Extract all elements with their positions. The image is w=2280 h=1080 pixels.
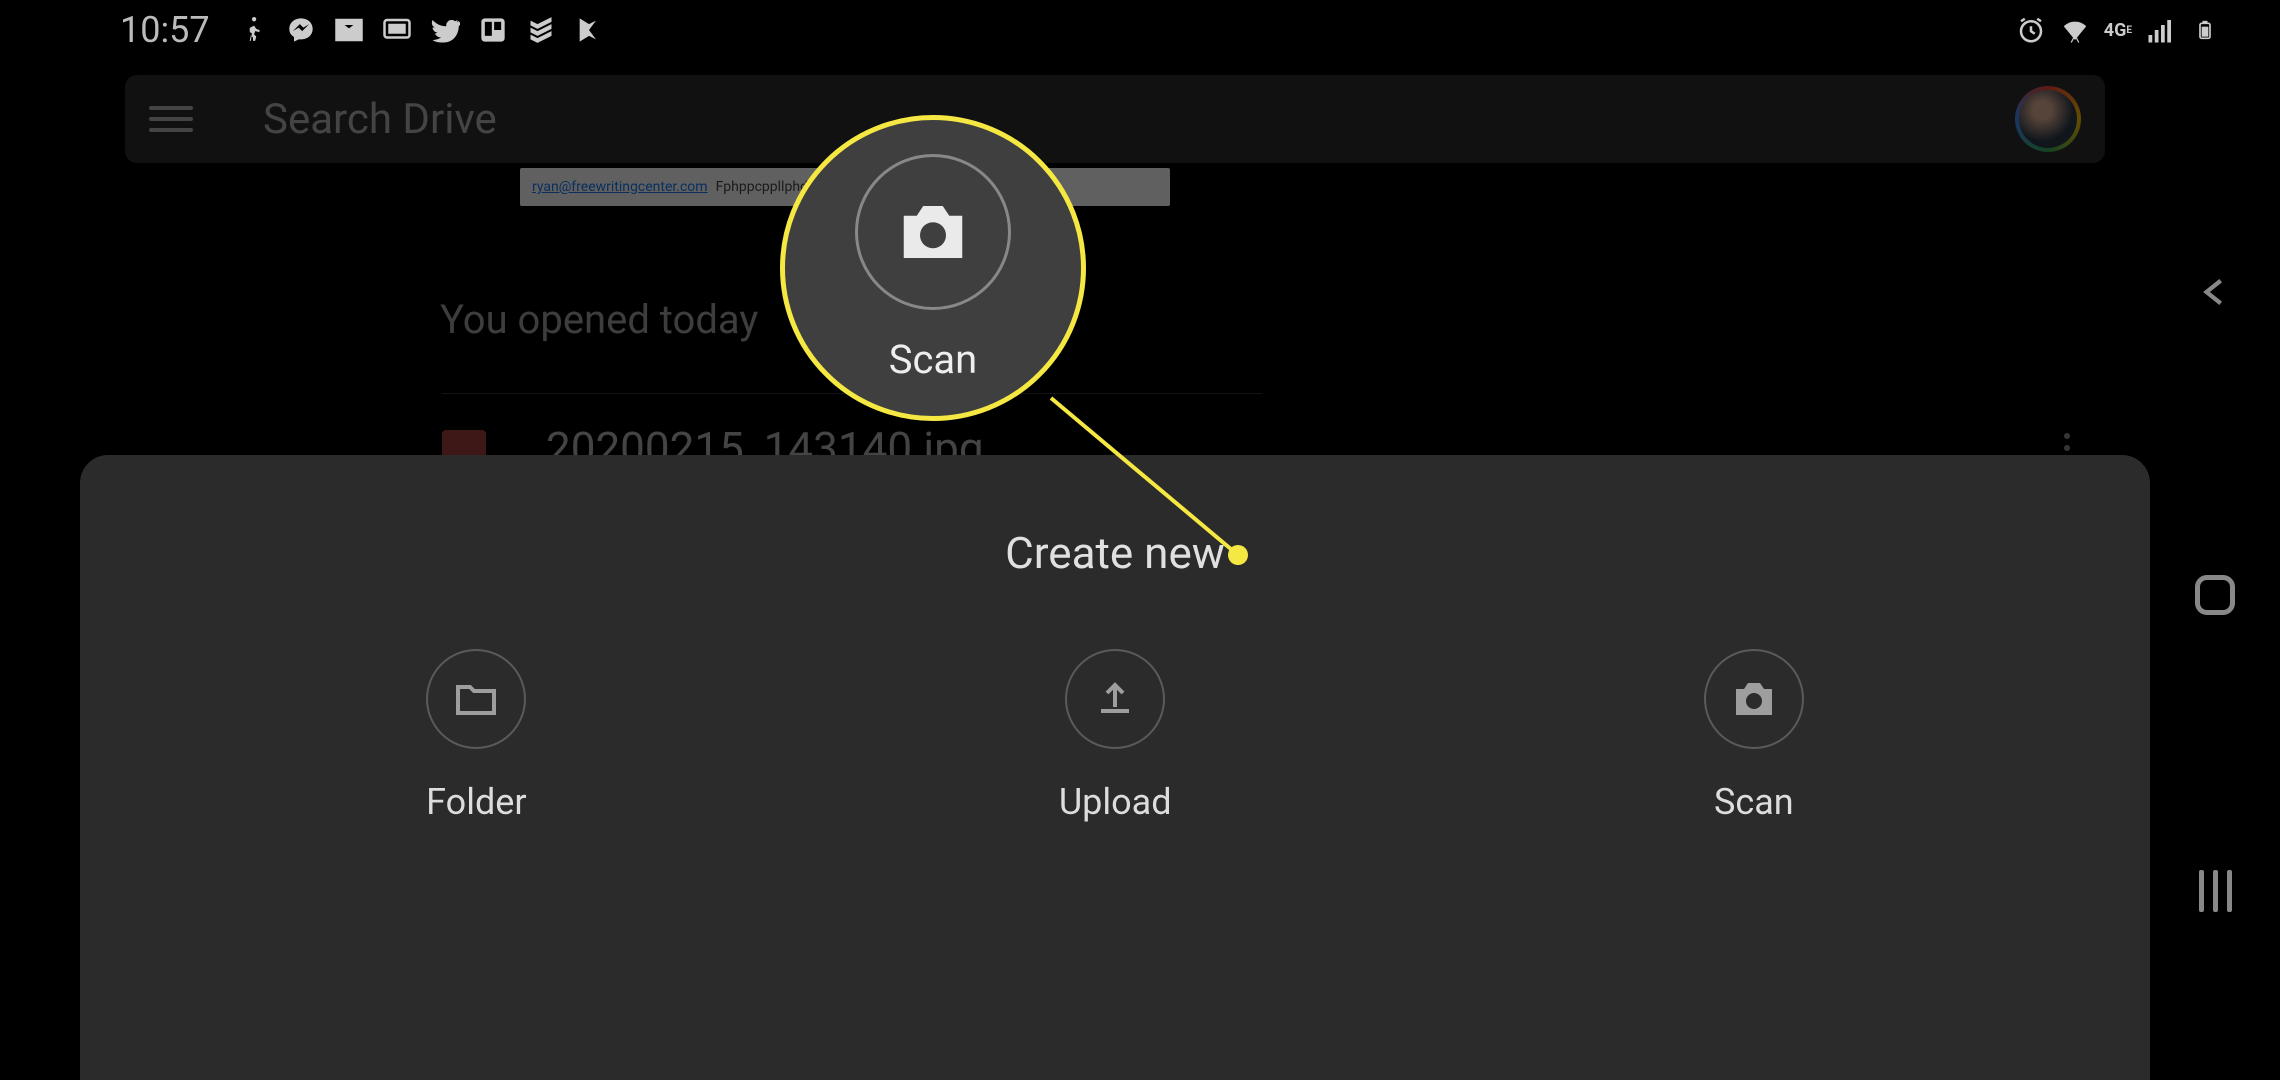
scan-option[interactable]: Scan xyxy=(1704,649,1804,823)
status-time: 10:57 xyxy=(120,9,210,51)
folder-icon xyxy=(426,649,526,749)
scan-label: Scan xyxy=(1714,781,1794,823)
play-icon xyxy=(574,15,604,45)
upload-icon xyxy=(1065,649,1165,749)
account-avatar[interactable] xyxy=(2015,86,2081,152)
camera-icon xyxy=(1704,649,1804,749)
todoist-icon xyxy=(526,15,556,45)
document-link: ryan@freewritingcenter.com xyxy=(532,179,708,195)
twitter-icon xyxy=(430,15,460,45)
sheet-options: Folder Upload Scan xyxy=(80,649,2150,823)
signal-icon xyxy=(2146,15,2176,45)
status-left: 10:57 xyxy=(120,9,604,51)
folder-label: Folder xyxy=(426,781,526,823)
system-nav xyxy=(2180,0,2250,1080)
wifi-icon xyxy=(2060,15,2090,45)
callout-camera-icon xyxy=(855,154,1011,310)
section-label: You opened today xyxy=(440,296,758,343)
back-button[interactable] xyxy=(2198,268,2232,320)
scan-callout: Scan xyxy=(780,115,1086,421)
folder-option[interactable]: Folder xyxy=(426,649,526,823)
callout-label: Scan xyxy=(889,336,978,383)
trello-icon xyxy=(478,15,508,45)
upload-option[interactable]: Upload xyxy=(1059,649,1172,823)
4g-icon: 4GE xyxy=(2104,15,2132,45)
alarm-icon xyxy=(2016,15,2046,45)
create-new-sheet: Create new Folder Upload Scan xyxy=(80,455,2150,1080)
recent-button[interactable] xyxy=(2199,870,2232,912)
search-bar[interactable]: Search Drive xyxy=(125,75,2105,163)
search-input[interactable]: Search Drive xyxy=(263,95,2015,144)
mail-icon xyxy=(334,15,364,45)
hamburger-icon[interactable] xyxy=(149,97,193,141)
cast-icon xyxy=(382,15,412,45)
upload-label: Upload xyxy=(1059,781,1172,823)
status-bar: 10:57 4GE xyxy=(120,10,2220,50)
running-icon xyxy=(238,15,268,45)
messenger-icon xyxy=(286,15,316,45)
home-button[interactable] xyxy=(2195,575,2235,615)
phone-content: Search Drive ryan@freewritingcenter.com … xyxy=(80,60,2150,1080)
sheet-title: Create new xyxy=(80,527,2150,579)
